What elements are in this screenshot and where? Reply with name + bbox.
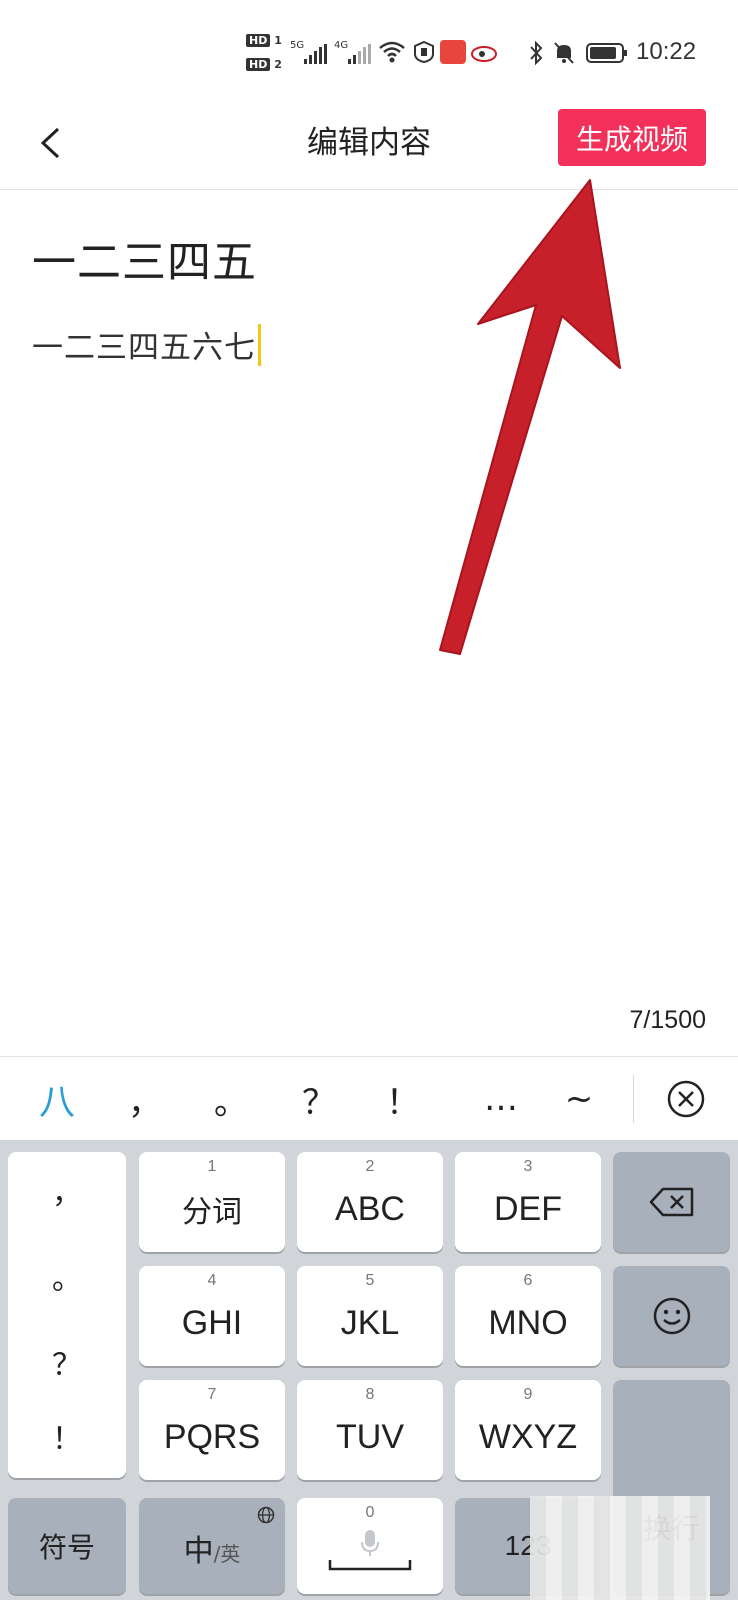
smiley-icon [653, 1297, 690, 1335]
signal2-icon [348, 44, 371, 64]
bell-muted-icon [554, 42, 574, 64]
punct-key[interactable]: ， [8, 1168, 126, 1212]
key-9[interactable]: 9 WXYZ [455, 1380, 601, 1480]
candidate-item[interactable]: ？ [284, 1057, 354, 1141]
signal-5g-label: 5G [290, 40, 305, 51]
key-4[interactable]: 4 GHI [139, 1266, 285, 1366]
key-8[interactable]: 8 TUV [297, 1380, 443, 1480]
signal-4g-label: 4G [334, 40, 349, 51]
shield-icon [414, 40, 434, 64]
hd1-indicator: HD 1 [246, 34, 282, 47]
content-body-text: 一二三四五六七 [32, 330, 256, 366]
language-switch-key[interactable]: 中 /英 [139, 1498, 285, 1594]
key-6[interactable]: 6 MNO [455, 1266, 601, 1366]
text-cursor [258, 323, 261, 366]
wifi-icon [379, 41, 405, 63]
space-bar-icon [328, 1560, 412, 1571]
punct-key[interactable]: ！ [8, 1414, 126, 1458]
collapse-keyboard-icon[interactable] [664, 1077, 708, 1121]
language-label: 中 /英 [183, 1535, 241, 1568]
key-5[interactable]: 5 JKL [297, 1266, 443, 1366]
char-counter: 7/1500 [629, 1006, 706, 1034]
signal1-icon [304, 44, 327, 64]
app-notification-icon [440, 40, 466, 64]
candidate-item[interactable]: 。 [196, 1057, 266, 1141]
microphone-icon [361, 1530, 379, 1556]
symbol-key[interactable]: 符号 [8, 1498, 126, 1594]
punctuation-column[interactable]: ， 。 ？ ！ [8, 1152, 126, 1478]
candidate-item[interactable]: … [466, 1057, 536, 1141]
candidate-item[interactable]: ~ [544, 1057, 614, 1141]
content-body-input[interactable]: 一二三四五六七 [32, 322, 261, 367]
key-2[interactable]: 2 ABC [297, 1152, 443, 1252]
punct-key[interactable]: 。 [8, 1254, 126, 1298]
candidate-bar: 八 ， 。 ？ ！ … ~ [0, 1056, 738, 1140]
sina-icon [471, 46, 497, 62]
space-key[interactable]: 0 [297, 1498, 443, 1594]
globe-icon [257, 1506, 275, 1524]
status-bar: HD 1 HD 2 5G 4G 10:22 [0, 0, 738, 100]
candidate-item[interactable]: 八 [22, 1057, 92, 1141]
emoji-key[interactable] [613, 1266, 730, 1366]
backspace-icon [649, 1187, 693, 1217]
key-3[interactable]: 3 DEF [455, 1152, 601, 1252]
backspace-key[interactable] [613, 1152, 730, 1252]
candidate-item[interactable]: ！ [368, 1057, 438, 1141]
content-title[interactable]: 一二三四五 [32, 226, 257, 290]
generate-video-button[interactable]: 生成视频 [558, 109, 706, 166]
clock: 10:22 [636, 38, 697, 65]
punct-key[interactable]: ？ [8, 1340, 126, 1384]
candidate-divider [633, 1075, 634, 1123]
hd2-indicator: HD 2 [246, 58, 282, 71]
candidate-item[interactable]: ， [110, 1057, 180, 1141]
blurred-region [530, 1496, 710, 1600]
key-1[interactable]: 1 分词 [139, 1152, 285, 1252]
app-header: 编辑内容 生成视频 [0, 100, 738, 190]
bluetooth-icon [530, 40, 543, 66]
key-7[interactable]: 7 PQRS [139, 1380, 285, 1480]
battery-icon [586, 43, 627, 63]
